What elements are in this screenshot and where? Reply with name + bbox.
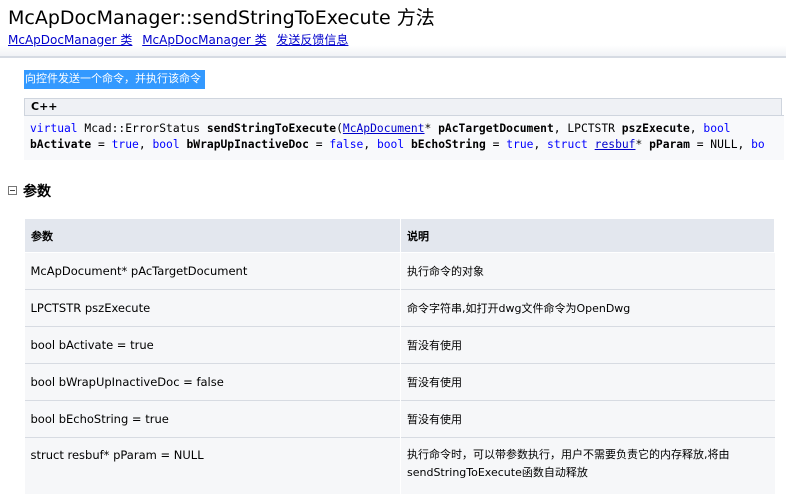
param-name: pParam <box>649 138 690 151</box>
keyword: virtual <box>30 122 78 135</box>
param-cell: bool bActivate = true <box>24 326 401 364</box>
code-text: , <box>689 122 704 135</box>
page-header: McApDocManager::sendStringToExecute 方法 M… <box>0 0 786 58</box>
keyword: bool <box>376 138 405 151</box>
column-header-desc: 说明 <box>400 218 775 253</box>
code-text: = <box>308 138 330 151</box>
class-link-2[interactable]: McApDocManager 类 <box>142 33 266 47</box>
table-row: bool bEchoString = true 暂没有使用 <box>24 400 775 438</box>
desc-cell: 暂没有使用 <box>400 363 775 401</box>
collapse-icon[interactable] <box>8 186 17 195</box>
return-type: Mcad::ErrorStatus <box>77 122 207 135</box>
method-summary: 向控件发送一个命令，并执行该命令 <box>24 70 205 89</box>
code-line-2: bActivate = true, bool bWrapUpInactiveDo… <box>30 138 765 152</box>
table-row: LPCTSTR pszExecute 命令字符串,如打开dwg文件命令为Open… <box>24 289 775 327</box>
feedback-link[interactable]: 发送反馈信息 <box>276 33 348 47</box>
param-cell: bool bWrapUpInactiveDoc = false <box>24 363 401 401</box>
page-title: McApDocManager::sendStringToExecute 方法 <box>8 7 435 29</box>
code-line-1: virtual Mcad::ErrorStatus sendStringToEx… <box>30 122 731 136</box>
params-section-header[interactable]: 参数 <box>8 181 51 201</box>
keyword: struct <box>547 138 588 151</box>
type-link-resbuf[interactable]: resbuf <box>595 138 636 151</box>
code-text: * <box>635 138 650 151</box>
paren: ( <box>336 122 343 135</box>
code-text: , <box>363 138 377 151</box>
desc-cell: 命令字符串,如打开dwg文件命令为OpenDwg <box>400 289 775 327</box>
table-row: struct resbuf* pParam = NULL 执行命令时，可以带参数… <box>24 437 775 494</box>
param-name: bActivate <box>30 138 92 151</box>
params-table: 参数 说明 McApDocument* pAcTargetDocument 执行… <box>24 218 775 494</box>
param-cell: LPCTSTR pszExecute <box>24 289 401 327</box>
code-text: = <box>485 138 507 151</box>
code-body: virtual Mcad::ErrorStatus sendStringToEx… <box>24 115 784 160</box>
code-text: = NULL, <box>689 138 752 151</box>
code-text: , <box>533 138 548 151</box>
param-name: pAcTargetDocument <box>438 122 554 135</box>
desc-cell: 执行命令时，可以带参数执行，用户不需要负责它的内存释放,将由 sendStrin… <box>400 437 775 494</box>
code-text: * <box>424 122 439 135</box>
keyword: bool <box>703 122 731 135</box>
code-text: , <box>138 138 153 151</box>
code-language-label: C++ <box>24 98 782 115</box>
keyword: true <box>111 138 139 151</box>
keyword: true <box>506 138 534 151</box>
desc-cell: 执行命令的对象 <box>400 252 775 290</box>
function-name: sendStringToExecute <box>206 122 337 135</box>
code-text: = <box>91 138 112 151</box>
table-header-row: 参数 说明 <box>24 218 775 253</box>
table-row: bool bWrapUpInactiveDoc = false 暂没有使用 <box>24 363 775 401</box>
desc-cell: 暂没有使用 <box>400 326 775 364</box>
table-row: bool bActivate = true 暂没有使用 <box>24 326 775 364</box>
param-name: bEchoString <box>410 138 486 151</box>
section-title: 参数 <box>23 184 51 200</box>
keyword: bool <box>152 138 180 151</box>
param-name: pszExecute <box>621 122 690 135</box>
code-text: , LPCTSTR <box>553 122 622 135</box>
breadcrumb: McApDocManager 类 McApDocManager 类 发送反馈信息 <box>8 31 354 48</box>
keyword: false <box>329 138 364 151</box>
header-divider <box>0 56 786 58</box>
table-row: McApDocument* pAcTargetDocument 执行命令的对象 <box>24 252 775 290</box>
param-cell: bool bEchoString = true <box>24 400 401 438</box>
param-cell: McApDocument* pAcTargetDocument <box>24 252 401 290</box>
keyword: bo <box>751 138 765 151</box>
desc-cell: 暂没有使用 <box>400 400 775 438</box>
code-block: C++ virtual Mcad::ErrorStatus sendString… <box>24 98 786 160</box>
param-name: bWrapUpInactiveDoc <box>186 138 309 151</box>
param-cell: struct resbuf* pParam = NULL <box>24 437 401 494</box>
type-link-mcapdocument[interactable]: McApDocument <box>343 122 425 135</box>
class-link[interactable]: McApDocManager 类 <box>8 33 132 47</box>
column-header-param: 参数 <box>24 218 401 253</box>
